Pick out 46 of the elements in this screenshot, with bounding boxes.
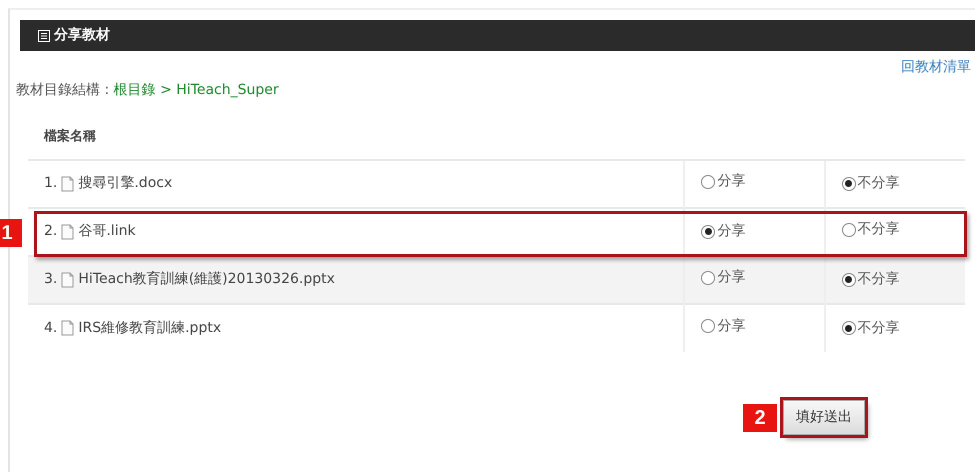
radio-option[interactable]: 分享 xyxy=(701,221,746,242)
radio-button[interactable] xyxy=(701,270,716,285)
radio-label: 不分享 xyxy=(858,318,900,338)
radio-button[interactable] xyxy=(842,176,856,190)
radio-label: 不分享 xyxy=(858,220,900,240)
row-number: 2. xyxy=(44,222,58,241)
radio-button[interactable] xyxy=(701,224,716,238)
breadcrumb-link[interactable]: 根目錄 xyxy=(114,80,156,101)
callout-number: 2 xyxy=(743,404,777,432)
back-link[interactable]: 回教材清單 xyxy=(901,57,971,78)
breadcrumb-label: 教材目錄結構 : xyxy=(16,81,110,100)
file-name[interactable]: 谷哥.link xyxy=(78,221,136,242)
column-header: 檔案名稱 xyxy=(28,119,684,160)
document-icon xyxy=(61,224,74,240)
radio-label: 分享 xyxy=(717,268,746,288)
list-icon xyxy=(38,30,50,42)
radio-label: 分享 xyxy=(717,222,746,241)
file-name[interactable]: IRS維修教育訓練.pptx xyxy=(78,318,222,338)
radio-button[interactable] xyxy=(701,319,716,334)
radio-label: 不分享 xyxy=(858,270,900,289)
file-name[interactable]: HiTeach教育訓練(維護)20130326.pptx xyxy=(78,269,335,290)
radio-label: 分享 xyxy=(717,172,746,192)
radio-option[interactable]: 分享 xyxy=(701,316,746,337)
radio-option[interactable]: 不分享 xyxy=(842,219,900,240)
breadcrumb-separator: > xyxy=(159,81,173,100)
callout-number: 1 xyxy=(0,218,22,246)
radio-button[interactable] xyxy=(842,321,856,335)
radio-option[interactable]: 分享 xyxy=(701,267,746,288)
radio-button[interactable] xyxy=(842,222,856,237)
radio-option[interactable]: 不分享 xyxy=(842,318,900,338)
radio-option[interactable]: 不分享 xyxy=(842,269,900,290)
document-icon xyxy=(61,272,74,288)
panel-title: 分享教材 xyxy=(54,26,110,45)
radio-label: 分享 xyxy=(717,316,746,336)
row-number: 1. xyxy=(44,174,58,193)
row-number: 3. xyxy=(44,270,58,289)
file-name[interactable]: 搜尋引擎.docx xyxy=(78,173,172,194)
document-icon xyxy=(61,176,74,192)
radio-option[interactable]: 不分享 xyxy=(842,173,900,194)
radio-label: 不分享 xyxy=(858,174,900,193)
radio-button[interactable] xyxy=(842,272,856,286)
document-icon xyxy=(61,320,74,336)
breadcrumb-link[interactable]: HiTeach_Super xyxy=(176,80,279,101)
radio-button[interactable] xyxy=(701,174,716,189)
radio-option[interactable]: 分享 xyxy=(701,171,746,192)
row-number: 4. xyxy=(44,318,58,338)
